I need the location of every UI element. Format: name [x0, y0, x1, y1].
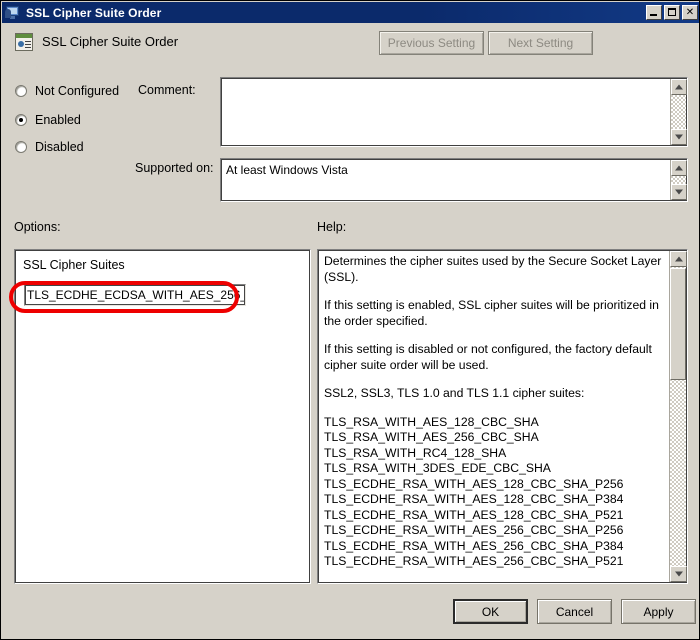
radio-enabled-mark[interactable] — [15, 114, 27, 126]
help-text-content: Determines the cipher suites used by the… — [324, 254, 667, 581]
title-bar: SSL Cipher Suite Order ✕ — [2, 2, 699, 23]
comment-scroll-up-icon[interactable] — [671, 79, 687, 95]
supported-on-value: At least Windows Vista — [226, 163, 348, 177]
radio-disabled[interactable]: Disabled — [15, 140, 84, 154]
comment-label: Comment: — [138, 83, 196, 97]
supported-scroll-track[interactable] — [671, 176, 686, 184]
supported-on-label: Supported on: — [135, 161, 214, 175]
close-icon: ✕ — [685, 6, 695, 18]
maximize-button[interactable] — [664, 5, 680, 20]
help-paragraph-3: If this setting is disabled or not confi… — [324, 342, 652, 372]
help-panel: Determines the cipher suites used by the… — [317, 249, 688, 584]
window-controls: ✕ — [646, 5, 698, 20]
cipher-suite-list: TLS_RSA_WITH_AES_128_CBC_SHA TLS_RSA_WIT… — [324, 414, 624, 569]
supported-scrollbar[interactable] — [670, 160, 687, 200]
close-button[interactable]: ✕ — [682, 5, 698, 20]
previous-setting-button[interactable]: Previous Setting — [379, 31, 484, 55]
comment-scroll-down-icon[interactable] — [671, 129, 687, 145]
help-scrollbar[interactable] — [669, 251, 687, 582]
supported-scroll-up-icon[interactable] — [671, 160, 687, 176]
minimize-button[interactable] — [646, 5, 662, 20]
help-scroll-up-icon[interactable] — [670, 251, 687, 267]
radio-enabled[interactable]: Enabled — [15, 113, 81, 127]
help-paragraph-1: Determines the cipher suites used by the… — [324, 254, 662, 284]
apply-button[interactable]: Apply — [621, 599, 696, 624]
ok-button[interactable]: OK — [453, 599, 528, 624]
policy-setting-dialog: SSL Cipher Suite Order ✕ SSL Cipher Suit… — [0, 0, 700, 640]
radio-not-configured-mark[interactable] — [15, 85, 27, 97]
supported-scroll-down-icon[interactable] — [671, 184, 687, 200]
radio-disabled-label: Disabled — [35, 140, 84, 154]
help-label: Help: — [317, 220, 347, 234]
cancel-button[interactable]: Cancel — [537, 599, 612, 624]
comment-textarea[interactable] — [220, 77, 688, 147]
radio-disabled-mark[interactable] — [15, 141, 27, 153]
comment-scroll-track[interactable] — [671, 95, 686, 129]
cipher-suites-group-label: SSL Cipher Suites — [23, 258, 125, 272]
help-paragraph-2: If this setting is enabled, SSL cipher s… — [324, 298, 659, 328]
cipher-suites-input[interactable]: TLS_ECDHE_ECDSA_WITH_AES_256_GCM — [24, 284, 246, 306]
radio-not-configured[interactable]: Not Configured — [15, 84, 119, 98]
help-scroll-thumb[interactable] — [670, 268, 686, 380]
help-paragraph-4: SSL2, SSL3, TLS 1.0 and TLS 1.1 cipher s… — [324, 386, 585, 400]
radio-enabled-label: Enabled — [35, 113, 81, 127]
window-title: SSL Cipher Suite Order — [26, 5, 162, 20]
policy-setting-icon — [15, 33, 33, 51]
supported-on-field[interactable]: At least Windows Vista — [220, 158, 688, 202]
comment-scrollbar[interactable] — [670, 79, 687, 145]
help-scroll-down-icon[interactable] — [670, 566, 687, 582]
dialog-header: SSL Cipher Suite Order Previous Setting … — [2, 23, 699, 61]
monitor-user-icon — [5, 5, 21, 20]
radio-not-configured-label: Not Configured — [35, 84, 120, 98]
options-label: Options: — [14, 220, 61, 234]
options-panel: SSL Cipher Suites TLS_ECDHE_ECDSA_WITH_A… — [14, 249, 311, 584]
setting-name: SSL Cipher Suite Order — [42, 34, 179, 49]
next-setting-button[interactable]: Next Setting — [488, 31, 593, 55]
